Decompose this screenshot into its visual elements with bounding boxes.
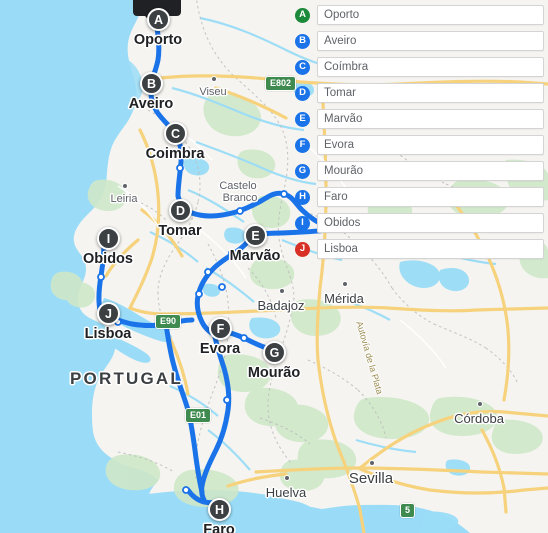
map-marker-g[interactable]: G (263, 341, 286, 364)
map-marker-e[interactable]: E (244, 224, 267, 247)
city-dot-mrida (342, 281, 348, 287)
stop-row-e[interactable]: E (292, 106, 548, 132)
route-planner-app: Oporto Aveiro Coimbra Tomar Marvão Evora Mourã… (0, 0, 548, 533)
stop-input-e[interactable] (317, 109, 544, 129)
map-marker-f[interactable]: F (209, 317, 232, 340)
map-marker-c[interactable]: C (164, 122, 187, 145)
stop-badge-e[interactable]: E (295, 111, 310, 127)
map-marker-b[interactable]: B (140, 72, 163, 95)
stop-input-a[interactable] (317, 5, 544, 25)
stop-input-f[interactable] (317, 135, 544, 155)
city-dot-sevilla (369, 460, 375, 466)
stop-input-i[interactable] (317, 213, 544, 233)
road-shield-5: 5 (400, 503, 416, 518)
map-marker-i[interactable]: I (97, 227, 120, 250)
city-dot-crdoba (477, 401, 483, 407)
stop-input-d[interactable] (317, 83, 544, 103)
stop-input-h[interactable] (317, 187, 544, 207)
road-shield-e01: E01 (185, 408, 212, 423)
stop-row-c[interactable]: C (292, 54, 548, 80)
stop-row-b[interactable]: B (292, 28, 548, 54)
map-marker-d[interactable]: D (169, 199, 192, 222)
stop-input-c[interactable] (317, 57, 544, 77)
stop-badge-i[interactable]: I (295, 215, 310, 231)
stop-badge-a[interactable]: A (295, 7, 310, 23)
stop-badge-g[interactable]: G (295, 163, 310, 179)
road-shield-e90: E90 (155, 314, 182, 329)
stop-row-g[interactable]: G (292, 158, 548, 184)
stop-row-d[interactable]: D (292, 80, 548, 106)
stop-badge-f[interactable]: F (295, 137, 310, 153)
city-dot-viseu (211, 76, 217, 82)
city-dot-leiria (122, 183, 128, 189)
city-dot-badajoz (279, 288, 285, 294)
stop-input-g[interactable] (317, 161, 544, 181)
stop-row-h[interactable]: H (292, 184, 548, 210)
stop-badge-h[interactable]: H (295, 189, 310, 205)
stop-input-b[interactable] (317, 31, 544, 51)
stop-row-i[interactable]: I (292, 210, 548, 236)
city-dot-huelva (284, 475, 290, 481)
stop-input-j[interactable] (317, 239, 544, 259)
stop-row-a[interactable]: A (292, 2, 548, 28)
stops-list-panel[interactable]: ABCDEFGHIJ (292, 2, 548, 262)
map-marker-j[interactable]: J (97, 302, 120, 325)
map-marker-a[interactable]: A (147, 8, 170, 31)
stop-badge-b[interactable]: B (295, 33, 310, 49)
stop-row-f[interactable]: F (292, 132, 548, 158)
stop-row-j[interactable]: J (292, 236, 548, 262)
stop-badge-d[interactable]: D (295, 85, 310, 101)
map-marker-h[interactable]: H (208, 498, 231, 521)
stop-badge-c[interactable]: C (295, 59, 310, 75)
stop-badge-j[interactable]: J (295, 241, 310, 257)
